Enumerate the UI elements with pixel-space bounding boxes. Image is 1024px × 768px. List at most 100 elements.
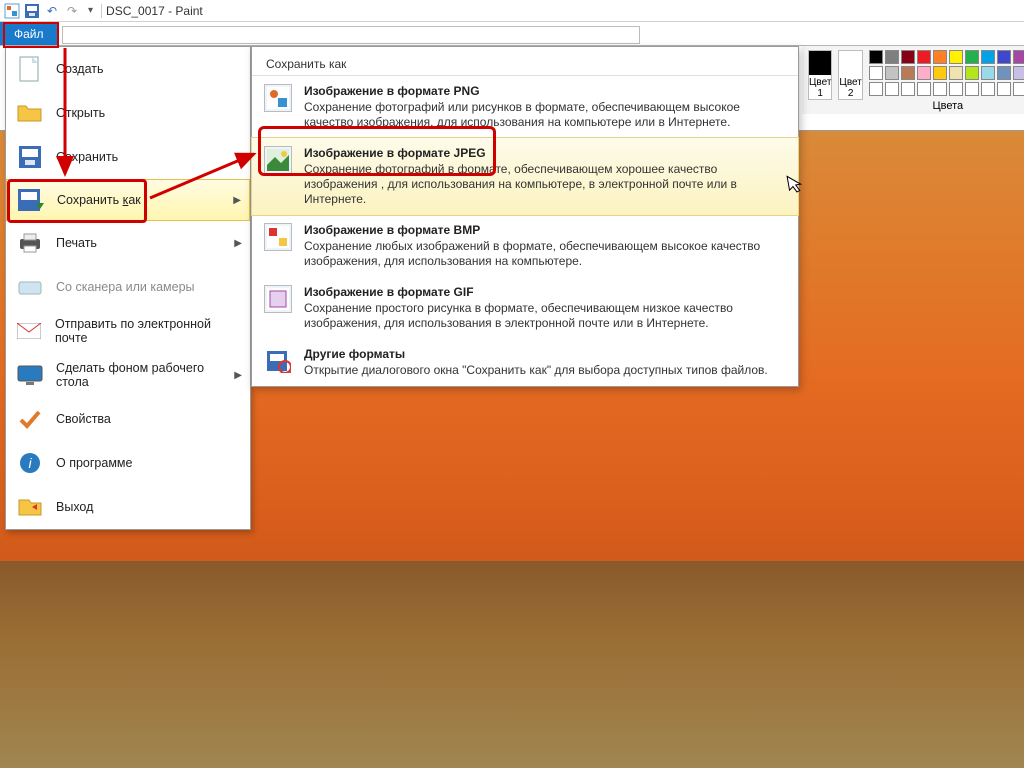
exit-icon xyxy=(16,493,44,521)
file-menu: Создать Открыть Сохранить Сохранить как … xyxy=(5,46,251,530)
palette-swatch[interactable] xyxy=(949,66,963,80)
palette-swatch[interactable] xyxy=(933,50,947,64)
palette-swatch[interactable] xyxy=(901,82,915,96)
menu-item-label: Печать xyxy=(56,236,97,250)
menu-item-print[interactable]: Печать ▶ xyxy=(6,221,250,265)
printer-icon xyxy=(16,229,44,257)
checkmark-icon xyxy=(16,405,44,433)
color-palette: Цвета xyxy=(869,50,1024,112)
menu-item-scanner: Со сканера или камеры xyxy=(6,265,250,309)
app-icon xyxy=(4,3,20,19)
menu-item-open[interactable]: Открыть xyxy=(6,91,250,135)
menu-item-label: Свойства xyxy=(56,412,111,426)
submenu-item-title: Другие форматы xyxy=(304,347,768,361)
palette-swatch[interactable] xyxy=(885,82,899,96)
menu-item-label: Сохранить xyxy=(56,150,118,164)
palette-swatch[interactable] xyxy=(949,82,963,96)
palette-swatch[interactable] xyxy=(965,82,979,96)
save-as-icon xyxy=(17,186,45,214)
menu-item-label: Сохранить как xyxy=(57,193,141,207)
colors-group: Цвет 1 Цвет 2 Цвета xyxy=(802,46,1024,114)
palette-swatch[interactable] xyxy=(917,50,931,64)
color-1-swatch xyxy=(809,51,831,75)
file-tab[interactable]: Файл xyxy=(0,22,58,45)
colors-caption: Цвета xyxy=(933,100,964,112)
submenu-item-title: Изображение в формате JPEG xyxy=(304,146,786,160)
palette-swatch[interactable] xyxy=(997,50,1011,64)
menu-item-save[interactable]: Сохранить xyxy=(6,135,250,179)
chevron-right-icon: ▶ xyxy=(234,370,242,381)
palette-swatch[interactable] xyxy=(901,66,915,80)
palette-swatch[interactable] xyxy=(917,82,931,96)
palette-swatch[interactable] xyxy=(997,66,1011,80)
submenu-item-title: Изображение в формате GIF xyxy=(304,285,786,299)
menu-item-label: Выход xyxy=(56,500,93,514)
color-1-label: Цвет 1 xyxy=(809,77,831,99)
title-bar: ↶ ↷ ▾ DSC_0017 - Paint xyxy=(0,0,1024,22)
palette-swatch[interactable] xyxy=(965,66,979,80)
color-2-label: Цвет 2 xyxy=(839,77,861,99)
submenu-item-title: Изображение в формате PNG xyxy=(304,84,786,98)
menu-item-about[interactable]: i О программе xyxy=(6,441,250,485)
submenu-item-desc: Сохранение простого рисунка в формате, о… xyxy=(304,301,786,331)
save-icon[interactable] xyxy=(24,3,40,19)
palette-swatch[interactable] xyxy=(917,66,931,80)
png-format-icon xyxy=(264,84,292,112)
new-file-icon xyxy=(16,55,44,83)
info-icon: i xyxy=(16,449,44,477)
email-icon xyxy=(16,317,43,345)
palette-swatch[interactable] xyxy=(1013,82,1024,96)
palette-swatch[interactable] xyxy=(901,50,915,64)
submenu-item-desc: Сохранение фотографий или рисунков в фор… xyxy=(304,100,786,130)
redo-icon[interactable]: ↷ xyxy=(64,3,80,19)
palette-swatch[interactable] xyxy=(997,82,1011,96)
chevron-right-icon: ▶ xyxy=(233,195,241,206)
palette-swatch[interactable] xyxy=(1013,66,1024,80)
undo-icon[interactable]: ↶ xyxy=(44,3,60,19)
menu-item-label: О программе xyxy=(56,456,132,470)
palette-swatch[interactable] xyxy=(965,50,979,64)
chevron-right-icon: ▶ xyxy=(234,238,242,249)
palette-swatch[interactable] xyxy=(885,66,899,80)
menu-item-email[interactable]: Отправить по электронной почте xyxy=(6,309,250,353)
submenu-item-jpeg[interactable]: Изображение в формате JPEG Сохранение фо… xyxy=(252,138,798,215)
menu-item-label: Создать xyxy=(56,62,104,76)
desktop-icon xyxy=(16,361,44,389)
palette-swatch[interactable] xyxy=(869,82,883,96)
qat-customize-icon[interactable]: ▾ xyxy=(88,5,93,16)
open-folder-icon xyxy=(16,99,44,127)
submenu-item-title: Изображение в формате BMP xyxy=(304,223,786,237)
menu-item-label: Со сканера или камеры xyxy=(56,280,195,294)
submenu-item-gif[interactable]: Изображение в формате GIF Сохранение про… xyxy=(252,277,798,339)
menu-item-wallpaper[interactable]: Сделать фоном рабочего стола ▶ xyxy=(6,353,250,397)
menu-item-save-as[interactable]: Сохранить как ▶ xyxy=(6,179,250,221)
palette-swatch[interactable] xyxy=(869,66,883,80)
palette-swatch[interactable] xyxy=(981,66,995,80)
palette-swatch[interactable] xyxy=(1013,50,1024,64)
palette-swatch[interactable] xyxy=(885,50,899,64)
menu-item-label: Сделать фоном рабочего стола xyxy=(56,361,240,389)
jpeg-format-icon xyxy=(264,146,292,174)
ribbon-placeholder xyxy=(62,26,640,44)
palette-swatch[interactable] xyxy=(933,82,947,96)
submenu-item-desc: Открытие диалогового окна "Сохранить как… xyxy=(304,363,768,378)
palette-swatch[interactable] xyxy=(981,50,995,64)
menu-item-exit[interactable]: Выход xyxy=(6,485,250,529)
submenu-title: Сохранить как xyxy=(252,47,798,76)
submenu-item-other[interactable]: Другие форматы Открытие диалогового окна… xyxy=(252,339,798,386)
palette-swatch[interactable] xyxy=(869,50,883,64)
gif-format-icon xyxy=(264,285,292,313)
menu-item-label: Открыть xyxy=(56,106,105,120)
other-format-icon xyxy=(264,347,292,375)
menu-item-create[interactable]: Создать xyxy=(6,47,250,91)
palette-swatch[interactable] xyxy=(949,50,963,64)
palette-swatch[interactable] xyxy=(933,66,947,80)
save-disk-icon xyxy=(16,143,44,171)
submenu-item-png[interactable]: Изображение в формате PNG Сохранение фот… xyxy=(252,76,798,138)
submenu-item-bmp[interactable]: Изображение в формате BMP Сохранение люб… xyxy=(252,215,798,277)
menu-item-properties[interactable]: Свойства xyxy=(6,397,250,441)
color-2-slot[interactable]: Цвет 2 xyxy=(838,50,862,100)
submenu-item-desc: Сохранение фотографий в формате, обеспеч… xyxy=(304,162,786,207)
color-1-slot[interactable]: Цвет 1 xyxy=(808,50,832,100)
palette-swatch[interactable] xyxy=(981,82,995,96)
